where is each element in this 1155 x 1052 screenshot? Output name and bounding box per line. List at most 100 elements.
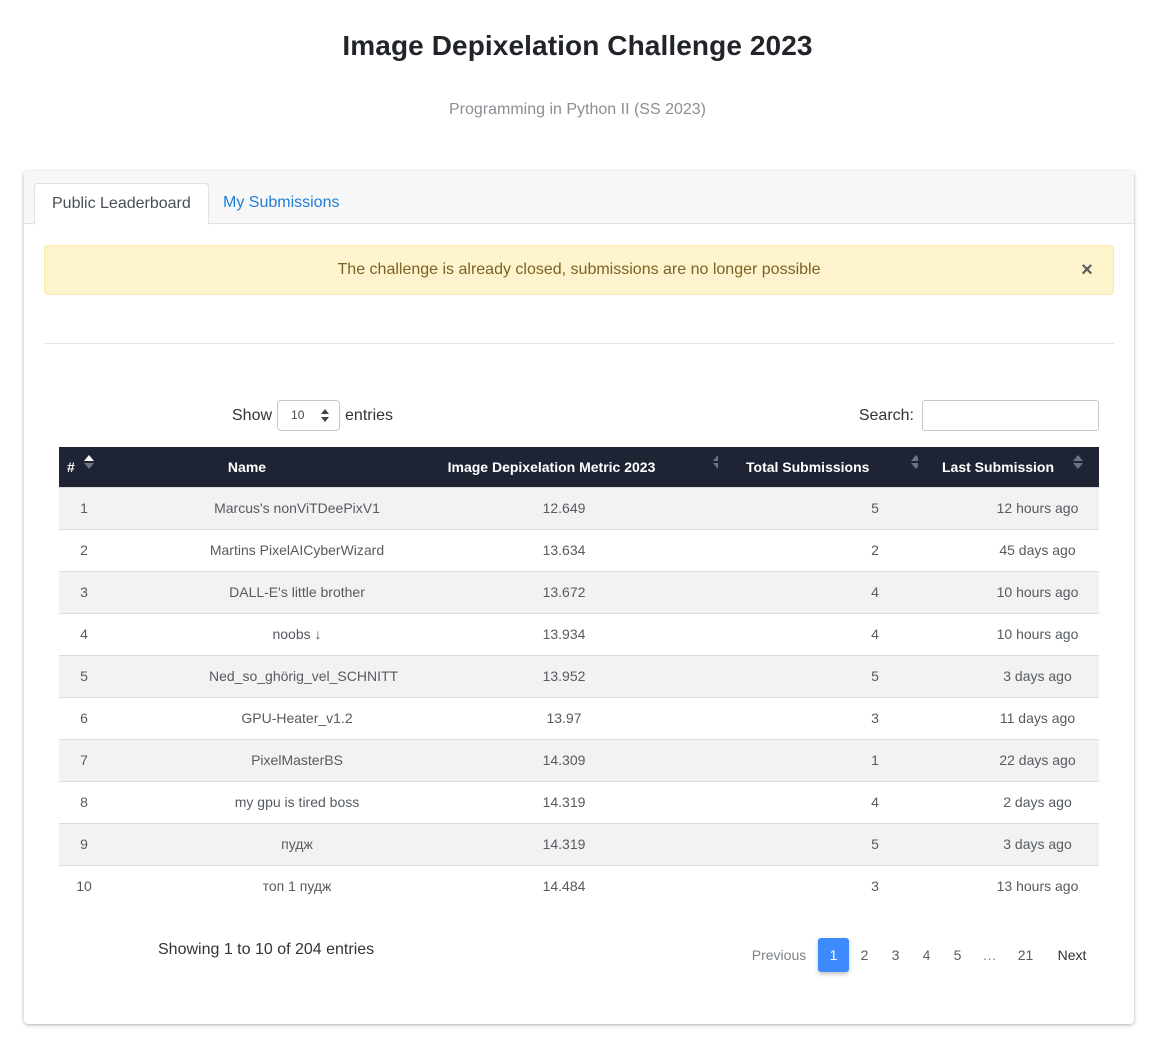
table-row: 5 Ned_so_ghörig_vel_SCHNITT 13.952 5 3 d… [59, 654, 1099, 697]
pagination-page-2[interactable]: 2 [849, 938, 880, 972]
leaderboard-card: Public Leaderboard My Submissions The ch… [24, 171, 1134, 1024]
cell-rank: 6 [59, 696, 109, 739]
column-header-label: Total Submissions [746, 458, 870, 475]
pagination-ellipsis: … [982, 947, 997, 963]
pagination-page-5[interactable]: 5 [942, 938, 973, 972]
cell-rank: 3 [59, 570, 109, 613]
sort-icon [1073, 455, 1083, 469]
cell-name: топ 1 пудж [109, 864, 385, 907]
cell-total-submissions: 4 [718, 780, 918, 823]
page-length-value: 10 [291, 408, 305, 422]
cell-rank: 5 [59, 654, 109, 697]
cell-last-submission: 10 hours ago [918, 570, 1099, 613]
cell-name: Martins PixelAICyberWizard [109, 528, 385, 571]
page-length-select[interactable]: 10 [277, 400, 341, 431]
cell-last-submission: 12 hours ago [918, 486, 1099, 529]
cell-name: Marcus's nonViTDeePixV1 [109, 486, 385, 529]
cell-total-submissions: 2 [718, 528, 918, 571]
tab-my-submissions[interactable]: My Submissions [206, 183, 356, 225]
cell-total-submissions: 3 [718, 696, 918, 739]
column-header-label: Image Depixelation Metric 2023 [447, 458, 656, 475]
cell-total-submissions: 4 [718, 612, 918, 655]
pagination-next-button[interactable]: Next [1049, 938, 1095, 972]
cell-metric: 13.934 [385, 612, 718, 655]
cell-rank: 4 [59, 612, 109, 655]
search-control: Search: [859, 400, 1099, 431]
leaderboard-table: # Name Image Depixelation Metric 2023 To… [59, 447, 1099, 907]
cell-total-submissions: 5 [718, 486, 918, 529]
cell-rank: 1 [59, 486, 109, 529]
search-label: Search: [858, 406, 914, 424]
table-row: 7 PixelMasterBS 14.309 1 22 days ago [59, 738, 1099, 781]
pagination-page-4[interactable]: 4 [911, 938, 942, 972]
cell-name: noobs ↓ [109, 612, 385, 655]
cell-last-submission: 13 hours ago [918, 864, 1099, 907]
column-header-label: Name [227, 458, 267, 475]
table-row: 9 пудж 14.319 5 3 days ago [59, 822, 1099, 865]
pagination-page-21[interactable]: 21 [1010, 938, 1041, 972]
challenge-closed-alert: The challenge is already closed, submiss… [44, 245, 1114, 295]
cell-last-submission: 10 hours ago [918, 612, 1099, 655]
entries-label: entries [345, 406, 394, 424]
table-row: 6 GPU-Heater_v1.2 13.97 3 11 days ago [59, 696, 1099, 739]
cell-rank: 2 [59, 528, 109, 571]
cell-rank: 10 [59, 864, 109, 907]
column-header-metric[interactable]: Image Depixelation Metric 2023 [385, 447, 723, 487]
cell-total-submissions: 5 [718, 654, 918, 697]
table-row: 4 noobs ↓ 13.934 4 10 hours ago [59, 612, 1099, 655]
cell-metric: 13.952 [385, 654, 718, 697]
cell-last-submission: 11 days ago [918, 696, 1099, 739]
cell-total-submissions: 1 [718, 738, 918, 781]
column-header-label: # [67, 458, 75, 475]
sort-ascending-icon [84, 455, 94, 469]
cell-name: пудж [109, 822, 385, 865]
search-input[interactable] [922, 400, 1099, 431]
close-icon[interactable]: × [1079, 246, 1095, 294]
page-length-control: Show 10 entries [232, 400, 393, 431]
tab-public-leaderboard[interactable]: Public Leaderboard [34, 183, 209, 225]
cell-last-submission: 2 days ago [918, 780, 1099, 823]
cell-name: my gpu is tired boss [109, 780, 385, 823]
cell-metric: 14.484 [385, 864, 718, 907]
pagination-previous-button[interactable]: Previous [744, 938, 814, 972]
column-header-rank[interactable]: # [59, 447, 109, 487]
cell-total-submissions: 5 [718, 822, 918, 865]
select-arrows-icon [321, 409, 330, 422]
cell-rank: 8 [59, 780, 109, 823]
table-row: 2 Martins PixelAICyberWizard 13.634 2 45… [59, 528, 1099, 571]
table-row: 1 Marcus's nonViTDeePixV1 12.649 5 12 ho… [59, 486, 1099, 529]
cell-metric: 14.319 [385, 822, 718, 865]
pagination-page-1[interactable]: 1 [818, 938, 849, 972]
pagination-page-3[interactable]: 3 [880, 938, 911, 972]
cell-name: DALL-E's little brother [109, 570, 385, 613]
table-header-row: # Name Image Depixelation Metric 2023 To… [59, 447, 1099, 487]
cell-rank: 9 [59, 822, 109, 865]
cell-metric: 14.309 [385, 738, 718, 781]
alert-message: The challenge is already closed, submiss… [337, 261, 821, 278]
table-row: 3 DALL-E's little brother 13.672 4 10 ho… [59, 570, 1099, 613]
column-header-name[interactable]: Name [109, 447, 399, 487]
page-title: Image Depixelation Challenge 2023 [342, 30, 813, 61]
cell-metric: 14.319 [385, 780, 718, 823]
cell-last-submission: 3 days ago [918, 822, 1099, 865]
column-header-last-submission[interactable]: Last Submission [918, 447, 1099, 487]
cell-last-submission: 3 days ago [918, 654, 1099, 697]
cell-name: GPU-Heater_v1.2 [109, 696, 385, 739]
show-label: Show [232, 406, 273, 424]
cell-rank: 7 [59, 738, 109, 781]
column-header-total-submissions[interactable]: Total Submissions [718, 447, 921, 487]
table-row: 10 топ 1 пудж 14.484 3 13 hours ago [59, 864, 1099, 907]
cell-last-submission: 45 days ago [918, 528, 1099, 571]
cell-total-submissions: 4 [718, 570, 918, 613]
cell-name: PixelMasterBS [109, 738, 385, 781]
cell-total-submissions: 3 [718, 864, 918, 907]
table-row: 8 my gpu is tired boss 14.319 4 2 days a… [59, 780, 1099, 823]
cell-last-submission: 22 days ago [918, 738, 1099, 781]
divider [44, 343, 1114, 344]
page-subtitle: Programming in Python II (SS 2023) [448, 101, 706, 118]
table-info: Showing 1 to 10 of 204 entries [158, 941, 375, 958]
cell-metric: 13.672 [385, 570, 718, 613]
cell-metric: 13.634 [385, 528, 718, 571]
tab-bar: Public Leaderboard My Submissions [24, 171, 1134, 225]
cell-name: Ned_so_ghörig_vel_SCHNITT [109, 654, 398, 697]
